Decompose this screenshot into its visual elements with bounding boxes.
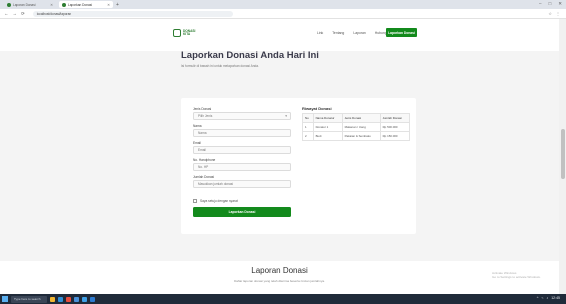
- table-row: 2 Budi Pakaian & Sembako Rp 150.000: [302, 131, 411, 141]
- field-label-email: Email: [193, 141, 201, 145]
- back-arrow-icon[interactable]: ←: [4, 11, 9, 16]
- browser-extensions: ☆ ⋮: [548, 11, 560, 16]
- donation-table: No Nama Donatur Jenis Donasi Jumlah Dona…: [302, 113, 411, 141]
- laporkan-donasi-nav-button[interactable]: Laporkan Donasi: [386, 28, 417, 37]
- close-tab-icon[interactable]: ✕: [107, 3, 110, 7]
- table-cell: Rp 150.000: [379, 131, 411, 141]
- browser-tab-bar: Laporan Donasi ✕ Laporkan Donasi ✕ + – □…: [0, 0, 566, 9]
- jenis-donasi-select[interactable]: Pilih Jenis ▾: [193, 112, 291, 120]
- browser-tab-active[interactable]: Laporkan Donasi ✕: [59, 1, 113, 8]
- site-navbar: DONASI KITA Link Tentang Laporan Hubungi…: [0, 19, 559, 51]
- taskbar-search-input[interactable]: Type here to search: [11, 295, 47, 303]
- tab-favicon-icon: [7, 2, 11, 7]
- logo-text-line2: KITA: [183, 32, 191, 36]
- chrome-browser-icon[interactable]: [66, 296, 71, 302]
- tray-chevron-icon[interactable]: ^: [537, 296, 539, 300]
- menu-item-laporan[interactable]: Laporan: [353, 31, 365, 35]
- select-value: Pilih Jenis: [198, 114, 213, 118]
- forward-arrow-icon[interactable]: →: [13, 11, 18, 16]
- site-menu: Link Tentang Laporan Hubungi Kami: [317, 31, 396, 35]
- tab-favicon-icon: [62, 2, 66, 7]
- laporan-subtitle: Daftar laporan donasi yang telah diterim…: [234, 279, 325, 283]
- vscode-icon[interactable]: [90, 296, 95, 302]
- field-label-jumlah: Jumlah Donasi: [193, 175, 215, 179]
- scrollbar-thumb[interactable]: [561, 129, 565, 179]
- email-field[interactable]: Email: [193, 146, 291, 154]
- page-subtitle: Isi formulir di bawah ini untuk melapork…: [181, 64, 259, 68]
- web-page: DONASI KITA Link Tentang Laporan Hubungi…: [0, 19, 559, 294]
- table-cell: 2: [302, 131, 314, 141]
- maximize-button[interactable]: □: [549, 1, 552, 7]
- close-tab-icon[interactable]: ✕: [50, 3, 53, 7]
- logo-text: DONASI KITA: [183, 29, 195, 37]
- table-cell: Donatur 1: [312, 122, 343, 132]
- activate-windows-watermark: Activate Windows Go to Settings to activ…: [492, 271, 541, 280]
- clock[interactable]: 12:45: [551, 296, 560, 300]
- field-label-nama: Nama: [193, 124, 202, 128]
- watermark-line2: Go to Settings to activate Windows.: [492, 275, 541, 280]
- address-bar-row: ← → ⟳ localhost/donasi/laporan ☆ ⋮: [0, 9, 566, 19]
- terms-checkbox-row[interactable]: Saya setuju dengan syarat: [193, 199, 238, 203]
- browser-menu-icon[interactable]: ⋮: [556, 11, 560, 16]
- page-title: Laporkan Donasi Anda Hari Ini: [181, 50, 319, 61]
- close-window-button[interactable]: ✕: [558, 1, 562, 7]
- bookmark-star-icon[interactable]: ☆: [548, 11, 552, 16]
- column-header: No: [302, 113, 314, 123]
- file-explorer-icon[interactable]: [50, 296, 55, 302]
- chevron-down-icon: ▾: [285, 114, 287, 118]
- menu-item-link[interactable]: Link: [317, 31, 323, 35]
- laporan-title: Laporan Donasi: [251, 266, 308, 275]
- column-header: Jumlah Donasi: [379, 113, 411, 123]
- volume-icon[interactable]: ♪: [546, 296, 548, 300]
- mail-icon[interactable]: [82, 296, 87, 302]
- table-title: Riwayat Donasi: [302, 106, 332, 111]
- field-label-jenis: Jenis Donasi: [193, 107, 212, 111]
- menu-item-tentang[interactable]: Tentang: [332, 31, 344, 35]
- tab-title: Laporan Donasi: [13, 2, 36, 7]
- jumlah-donasi-field[interactable]: Masukkan jumlah donasi: [193, 180, 291, 188]
- minimize-button[interactable]: –: [539, 1, 542, 7]
- table-cell: 1: [302, 122, 314, 132]
- page-scrollbar[interactable]: [559, 19, 566, 294]
- table-cell: Pakaian & Sembako: [341, 131, 381, 141]
- browser-tab[interactable]: Laporan Donasi ✕: [4, 1, 56, 8]
- column-header: Nama Donatur: [312, 113, 343, 123]
- table-header-row: No Nama Donatur Jenis Donasi Jumlah Dona…: [302, 113, 411, 123]
- edge-browser-icon[interactable]: [58, 296, 63, 302]
- network-icon[interactable]: ⌁: [541, 296, 543, 300]
- submit-button[interactable]: Laporkan Donasi: [193, 207, 291, 217]
- windows-start-icon[interactable]: [2, 296, 8, 302]
- window-controls: – □ ✕: [539, 1, 562, 7]
- terms-checkbox[interactable]: [193, 199, 197, 203]
- new-tab-button[interactable]: +: [116, 2, 119, 8]
- phone-field[interactable]: No. HP: [193, 163, 291, 171]
- store-icon[interactable]: [74, 296, 79, 302]
- table-row: 1 Donatur 1 Makanan / Uang Rp 500.000: [302, 122, 411, 132]
- column-header: Jenis Donasi: [341, 113, 381, 123]
- nama-field[interactable]: Nama: [193, 129, 291, 137]
- system-tray: ^ ⌁ ♪ 12:45: [537, 296, 560, 300]
- table-cell: Makanan / Uang: [341, 122, 381, 132]
- table-cell: Rp 500.000: [379, 122, 411, 132]
- url-input[interactable]: localhost/donasi/laporan: [32, 10, 233, 17]
- logo-icon: [173, 29, 181, 37]
- site-logo[interactable]: DONASI KITA: [173, 29, 195, 37]
- table-cell: Budi: [312, 131, 343, 141]
- donation-card: Jenis Donasi Pilih Jenis ▾ Nama Nama Ema…: [181, 98, 416, 234]
- reload-icon[interactable]: ⟳: [21, 11, 25, 17]
- terms-label: Saya setuju dengan syarat: [200, 199, 238, 203]
- tab-title: Laporkan Donasi: [68, 2, 93, 7]
- windows-taskbar: Type here to search ^ ⌁ ♪ 12:45: [0, 294, 566, 304]
- field-label-hp: No. Handphone: [193, 158, 216, 162]
